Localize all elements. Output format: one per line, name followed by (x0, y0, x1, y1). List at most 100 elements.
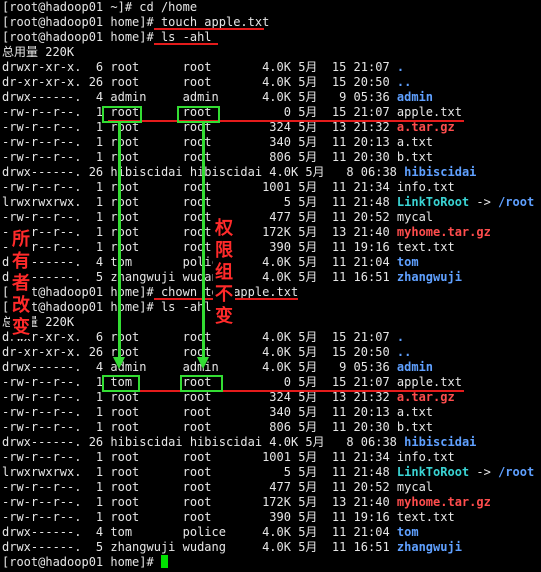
listing-row: drwxr-xr-x. 6 root root 4.0K 5月 15 21:07… (2, 330, 534, 345)
listing-name: info.txt (396, 450, 455, 464)
prompt-text: [root@hadoop01 home]# (2, 555, 161, 569)
symlink-target: /root (498, 195, 535, 209)
listing-meta: -rw-r--r--. 1 root root 477 5月 11 20:52 (2, 480, 397, 494)
listing-name: hibiscidai (404, 435, 477, 449)
listing-name: tom (396, 525, 419, 539)
listing-meta: -rw-r--r--. 1 root root 1001 5月 11 21:34 (2, 450, 397, 464)
command-line: [root@hadoop01 home]# touch apple.txt (2, 15, 270, 29)
listing-row: -rw-r--r--. 1 root root 340 5月 11 20:13 … (2, 135, 534, 150)
listing-name: .. (396, 75, 412, 89)
listing-name: a.tar.gz (396, 120, 455, 134)
listing-name: . (396, 330, 405, 344)
listing-name: apple.txt (396, 375, 462, 389)
listing-row: drwxr-xr-x. 6 root root 4.0K 5月 15 21:07… (2, 60, 534, 75)
listing-meta: -rw-r--r--. 1 root root 172K 5月 13 21:40 (2, 225, 397, 239)
listing-row: drwx------. 4 admin admin 4.0K 5月 9 05:3… (2, 360, 534, 375)
listing-meta: -rw-r--r--. 1 root root 477 5月 11 20:52 (2, 210, 397, 224)
listing-meta: drwx------. 26 hibiscidai hibiscidai 4.0… (2, 435, 405, 449)
listing-meta: lrwxrwxrwx. 1 root root 5 5月 11 21:48 (2, 465, 397, 479)
listing-meta: -rw-r--r--. 1 root root 340 5月 11 20:13 (2, 135, 397, 149)
active-prompt: [root@hadoop01 home]# (2, 555, 534, 570)
listing-meta: drwx------. 4 tom police 4.0K 5月 11 21:0… (2, 255, 397, 269)
symlink-name: LinkToRoot (396, 465, 470, 479)
listing-meta: drwx------. 5 zhangwuji wudang 4.0K 5月 1… (2, 540, 397, 554)
listing-name: tom (396, 255, 419, 269)
command-line: [root@hadoop01 home]# chown tom apple.tx… (2, 285, 299, 299)
listing-row: -rw-r--r--. 1 root root 806 5月 11 20:30 … (2, 420, 534, 435)
listing-row: drwx------. 5 zhangwuji wudang 4.0K 5月 1… (2, 270, 534, 285)
listing-row: -rw-r--r--. 1 root root 172K 5月 13 21:40… (2, 495, 534, 510)
listing-row: -rw-r--r--. 1 root root 340 5月 11 20:13 … (2, 405, 534, 420)
listing-name: myhome.tar.gz (396, 225, 491, 239)
listing-meta: -rw-r--r--. 1 root root 172K 5月 13 21:40 (2, 495, 397, 509)
listing-row-symlink: lrwxrwxrwx. 1 root root 5 5月 11 21:48 Li… (2, 465, 534, 480)
listing-meta: -rw-r--r--. 1 root root 390 5月 11 19:16 (2, 240, 397, 254)
listing-row: drwx------. 4 admin admin 4.0K 5月 9 05:3… (2, 90, 534, 105)
listing-meta: -rw-r--r--. 1 root root 806 5月 11 20:30 (2, 420, 397, 434)
listing-row: -rw-r--r--. 1 root root 1001 5月 11 21:34… (2, 450, 534, 465)
listing-meta: dr-xr-xr-x. 26 root root 4.0K 5月 15 20:5… (2, 345, 397, 359)
listing-row: dr-xr-xr-x. 26 root root 4.0K 5月 15 20:5… (2, 75, 534, 90)
listing-name: b.txt (396, 150, 434, 164)
listing-row: -rw-r--r--. 1 root root 324 5月 13 21:32 … (2, 120, 534, 135)
listing-name: zhangwuji (396, 540, 462, 554)
listing-meta: drwx------. 26 hibiscidai hibiscidai 4.0… (2, 165, 405, 179)
listing-name: mycal (396, 210, 434, 224)
listing-name: text.txt (396, 510, 455, 524)
listing-meta: -rw-r--r--. 1 root root 806 5月 11 20:30 (2, 150, 397, 164)
symlink-arrow: -> (469, 465, 499, 479)
listing-row: -rw-r--r--. 1 tom root 0 5月 15 21:07 app… (2, 375, 534, 390)
listing-name: a.txt (396, 405, 434, 419)
listing-meta: drwxr-xr-x. 6 root root 4.0K 5月 15 21:07 (2, 60, 397, 74)
listing-row: -rw-r--r--. 1 root root 390 5月 11 19:16 … (2, 240, 534, 255)
listing-meta: drwx------. 4 admin admin 4.0K 5月 9 05:3… (2, 90, 397, 104)
symlink-target: /root (498, 465, 535, 479)
listing-name: zhangwuji (396, 270, 462, 284)
total-line: 总用量 220K (2, 45, 75, 59)
listing-row: -rw-r--r--. 1 root root 477 5月 11 20:52 … (2, 480, 534, 495)
listing-row: dr-xr-xr-x. 26 root root 4.0K 5月 15 20:5… (2, 345, 534, 360)
listing-row-symlink: lrwxrwxrwx. 1 root root 5 5月 11 21:48 Li… (2, 195, 534, 210)
listing-row: -rw-r--r--. 1 root root 1001 5月 11 21:34… (2, 180, 534, 195)
listing-name: apple.txt (396, 105, 462, 119)
listing-meta: -rw-r--r--. 1 root root 390 5月 11 19:16 (2, 510, 397, 524)
command-line: [root@hadoop01 ~]# cd /home (2, 0, 198, 14)
listing-row: drwx------. 4 tom police 4.0K 5月 11 21:0… (2, 255, 534, 270)
symlink-name: LinkToRoot (396, 195, 470, 209)
terminal-output[interactable]: [root@hadoop01 ~]# cd /home [root@hadoop0… (2, 0, 534, 570)
listing-name: a.tar.gz (396, 390, 455, 404)
command-line: [root@hadoop01 home]# ls -ahl (2, 300, 212, 314)
listing-name: info.txt (396, 180, 455, 194)
listing-name: . (396, 60, 405, 74)
listing-meta: -rw-r--r--. 1 root root 340 5月 11 20:13 (2, 405, 397, 419)
listing-meta: drwx------. 4 admin admin 4.0K 5月 9 05:3… (2, 360, 397, 374)
listing-row: -rw-r--r--. 1 root root 172K 5月 13 21:40… (2, 225, 534, 240)
listing-meta: drwx------. 4 tom police 4.0K 5月 11 21:0… (2, 525, 397, 539)
listing-meta: -rw-r--r--. 1 root root 1001 5月 11 21:34 (2, 180, 397, 194)
listing-name: admin (396, 360, 434, 374)
listing-row: drwx------. 26 hibiscidai hibiscidai 4.0… (2, 435, 534, 450)
listing-name: b.txt (396, 420, 434, 434)
listing-name: admin (396, 90, 434, 104)
listing-name: .. (396, 345, 412, 359)
listing-row: -rw-r--r--. 1 root root 390 5月 11 19:16 … (2, 510, 534, 525)
listing-row: -rw-r--r--. 1 root root 477 5月 11 20:52 … (2, 210, 534, 225)
listing-name: text.txt (396, 240, 455, 254)
listing-row: drwx------. 5 zhangwuji wudang 4.0K 5月 1… (2, 540, 534, 555)
symlink-arrow: -> (469, 195, 499, 209)
listing-meta: drwxr-xr-x. 6 root root 4.0K 5月 15 21:07 (2, 330, 397, 344)
listing-meta: dr-xr-xr-x. 26 root root 4.0K 5月 15 20:5… (2, 75, 397, 89)
listing-row: -rw-r--r--. 1 root root 0 5月 15 21:07 ap… (2, 105, 534, 120)
listing-row: -rw-r--r--. 1 root root 324 5月 13 21:32 … (2, 390, 534, 405)
listing-name: mycal (396, 480, 434, 494)
listing-name: a.txt (396, 135, 434, 149)
cursor-block[interactable] (160, 555, 168, 568)
listing-meta: lrwxrwxrwx. 1 root root 5 5月 11 21:48 (2, 195, 397, 209)
command-line: [root@hadoop01 home]# ls -ahl (2, 30, 212, 44)
listing-name: myhome.tar.gz (396, 495, 491, 509)
listing-meta: -rw-r--r--. 1 tom root 0 5月 15 21:07 (2, 375, 397, 389)
listing-row: drwx------. 26 hibiscidai hibiscidai 4.0… (2, 165, 534, 180)
listing-meta: -rw-r--r--. 1 root root 324 5月 13 21:32 (2, 120, 397, 134)
total-line: 总用量 220K (2, 315, 75, 329)
listing-meta: -rw-r--r--. 1 root root 0 5月 15 21:07 (2, 105, 397, 119)
